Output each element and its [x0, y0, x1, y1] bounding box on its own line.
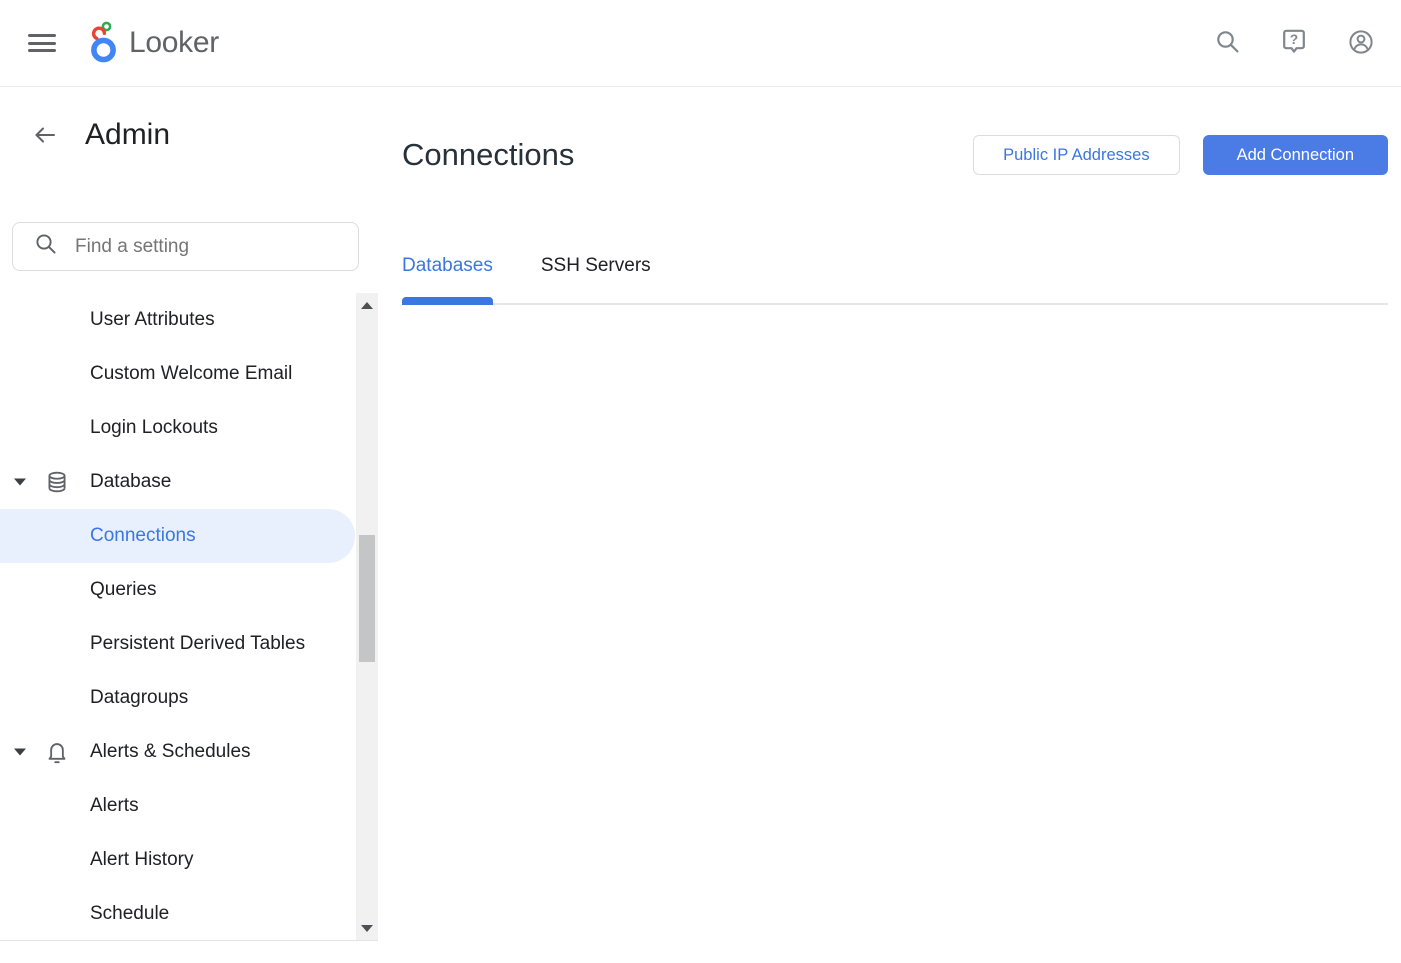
settings-nav-list: User Attributes Custom Welcome Email Log… [0, 293, 378, 941]
sidebar-section-alerts-schedules[interactable]: Alerts & Schedules [0, 725, 378, 779]
sidebar-item-label: Schedule [90, 903, 169, 925]
chevron-down-icon[interactable] [14, 749, 26, 756]
product-name: Looker [129, 26, 219, 60]
looker-logo[interactable]: Looker [85, 19, 219, 68]
tab-ssh-servers[interactable]: SSH Servers [541, 255, 651, 303]
looker-logo-icon [85, 19, 122, 68]
search-button[interactable] [1213, 29, 1241, 57]
find-setting-searchbox[interactable] [12, 222, 359, 271]
back-arrow-icon [31, 137, 59, 152]
svg-text:?: ? [1290, 32, 1298, 47]
admin-sidebar: Admin User Attributes Custom Welcome Ema… [0, 87, 378, 941]
sidebar-item-label: User Attributes [90, 309, 215, 331]
connections-tabs: Databases SSH Servers [402, 255, 1388, 305]
back-button[interactable] [31, 121, 59, 149]
hamburger-icon [28, 49, 56, 52]
bell-icon [44, 739, 70, 765]
top-app-bar: Looker ? [0, 0, 1401, 87]
chevron-down-icon[interactable] [14, 479, 26, 486]
add-connection-button[interactable]: Add Connection [1203, 135, 1388, 175]
database-icon [44, 469, 70, 495]
hamburger-icon [28, 42, 56, 45]
sidebar-item-queries[interactable]: Queries [0, 563, 378, 617]
sidebar-item-label: Datagroups [90, 687, 188, 709]
help-button[interactable]: ? [1280, 29, 1308, 57]
sidebar-item-label: Database [90, 471, 171, 493]
sidebar-item-datagroups[interactable]: Datagroups [0, 671, 378, 725]
scroll-down-icon[interactable] [361, 925, 373, 932]
header-actions: Public IP Addresses Add Connection [973, 135, 1388, 175]
sidebar-item-persistent-derived-tables[interactable]: Persistent Derived Tables [0, 617, 378, 671]
scrollbar-thumb[interactable] [359, 535, 375, 662]
sidebar-item-label: Persistent Derived Tables [90, 633, 305, 655]
tab-databases[interactable]: Databases [402, 255, 493, 303]
sidebar-item-label: Queries [90, 579, 157, 601]
looker-admin-page: Looker ? [0, 0, 1401, 963]
search-icon [1214, 28, 1241, 58]
topbar-actions: ? [1213, 29, 1375, 57]
page-title: Connections [402, 137, 574, 173]
search-icon [34, 232, 58, 261]
hamburger-icon [28, 34, 56, 37]
account-icon [1347, 28, 1375, 59]
sidebar-item-label: Connections [90, 525, 196, 547]
admin-header: Admin [0, 115, 378, 155]
scroll-up-icon[interactable] [361, 302, 373, 309]
sidebar-item-label: Alerts & Schedules [90, 741, 251, 763]
sidebar-item-alerts[interactable]: Alerts [0, 779, 378, 833]
connections-main: Connections Public IP Addresses Add Conn… [402, 87, 1388, 305]
main-header: Connections Public IP Addresses Add Conn… [402, 135, 1388, 175]
sidebar-item-label: Alert History [90, 849, 193, 871]
sidebar-item-label: Custom Welcome Email [90, 363, 292, 385]
public-ip-addresses-button[interactable]: Public IP Addresses [973, 135, 1179, 175]
help-icon: ? [1280, 27, 1308, 59]
find-setting-input[interactable] [75, 236, 344, 258]
sidebar-item-label: Login Lockouts [90, 417, 218, 439]
sidebar-item-schedule[interactable]: Schedule [0, 887, 378, 941]
sidebar-item-custom-welcome-email[interactable]: Custom Welcome Email [0, 347, 378, 401]
sidebar-item-connections[interactable]: Connections [0, 509, 355, 563]
sidebar-item-user-attributes[interactable]: User Attributes [0, 293, 378, 347]
sidebar-item-login-lockouts[interactable]: Login Lockouts [0, 401, 378, 455]
sidebar-scrollbar[interactable] [356, 293, 378, 941]
sidebar-title: Admin [85, 118, 170, 152]
sidebar-item-alert-history[interactable]: Alert History [0, 833, 378, 887]
sidebar-section-database[interactable]: Database [0, 455, 378, 509]
account-button[interactable] [1347, 29, 1375, 57]
sidebar-item-label: Alerts [90, 795, 139, 817]
hamburger-menu-button[interactable] [28, 34, 56, 52]
